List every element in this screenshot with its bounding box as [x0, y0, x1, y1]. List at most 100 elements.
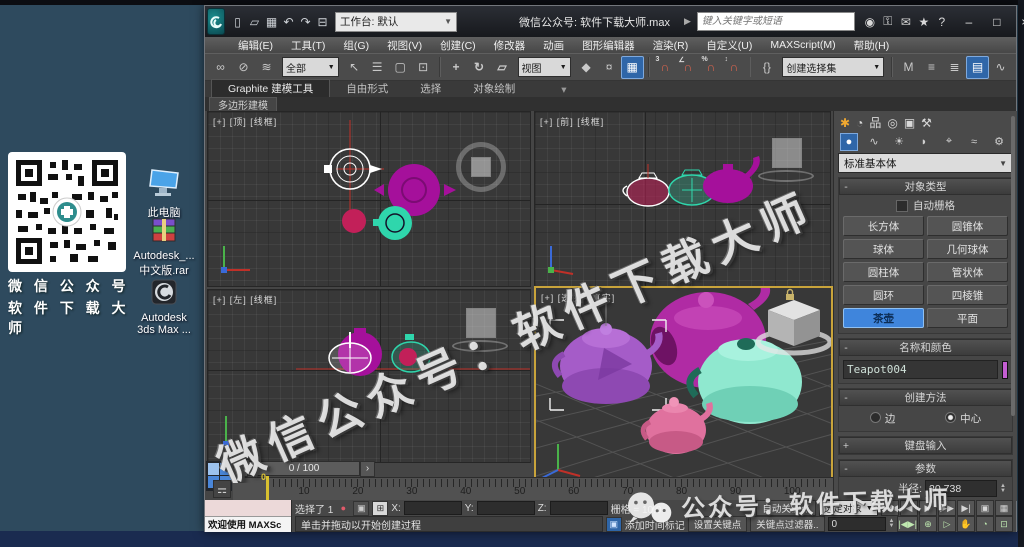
- minimize-button[interactable]: –: [955, 12, 983, 32]
- modify-tab-icon[interactable]: ◔: [856, 116, 863, 130]
- rollout-header[interactable]: + 键盘输入: [839, 437, 1012, 454]
- ribbon-toggle-icon[interactable]: ▤: [966, 55, 990, 79]
- field-of-view-icon[interactable]: ▷: [938, 516, 956, 532]
- desktop-icon-rar[interactable]: Autodesk_... 中文版.rar: [132, 216, 196, 278]
- angle-snap-icon[interactable]: ∠ ∩: [677, 56, 700, 79]
- window-crossing-icon[interactable]: ⊡: [412, 56, 435, 79]
- align-icon[interactable]: ≡: [920, 56, 943, 79]
- go-to-end-icon[interactable]: ▶|: [957, 500, 975, 516]
- time-next-arrow[interactable]: ›: [360, 460, 375, 477]
- viewport-label[interactable]: [+] [左] [线框]: [213, 293, 277, 306]
- menu-item[interactable]: 渲染(R): [644, 38, 698, 53]
- reference-coordinate-dropdown[interactable]: 视图 ▼: [517, 57, 571, 77]
- maximize-button[interactable]: □: [983, 12, 1011, 32]
- viewcube[interactable]: [452, 308, 508, 352]
- space-warps-category-icon[interactable]: ≈: [965, 133, 983, 151]
- primitive-button[interactable]: 四棱锥: [927, 285, 1008, 305]
- primitive-button[interactable]: 球体: [843, 239, 924, 259]
- menu-item[interactable]: 帮助(H): [845, 38, 899, 53]
- menu-item[interactable]: 工具(T): [282, 38, 334, 53]
- menu-item[interactable]: 自定义(U): [697, 38, 761, 53]
- systems-category-icon[interactable]: ⚙: [990, 133, 1008, 151]
- polygon-modeling-tab[interactable]: 多边形建模: [209, 97, 277, 112]
- primitive-button[interactable]: 平面: [927, 308, 1008, 328]
- select-and-rotate-icon[interactable]: ↻: [468, 56, 491, 79]
- primitive-button[interactable]: 圆锥体: [927, 216, 1008, 236]
- rectangular-selection-icon[interactable]: ▢: [389, 56, 412, 79]
- license-key-icon[interactable]: ⚿: [879, 13, 897, 31]
- select-and-move-icon[interactable]: +: [445, 56, 468, 79]
- primitive-button[interactable]: 圆柱体: [843, 262, 924, 282]
- add-time-tag[interactable]: 添加时间标记: [625, 517, 685, 532]
- named-selection-set-dropdown[interactable]: 创建选择集 ▼: [782, 57, 885, 77]
- ribbon-tab[interactable]: Graphite 建模工具: [211, 79, 331, 97]
- primitive-button[interactable]: 长方体: [843, 216, 924, 236]
- x-coordinate-field[interactable]: [403, 501, 462, 515]
- play-icon[interactable]: ▶: [919, 500, 937, 516]
- select-by-name-icon[interactable]: ☰: [366, 56, 389, 79]
- menu-item[interactable]: 修改器: [485, 38, 535, 53]
- communication-center-icon[interactable]: ✉: [897, 13, 915, 31]
- menu-item[interactable]: 创建(C): [431, 38, 485, 53]
- 3dsmax-logo-icon[interactable]: [207, 8, 225, 35]
- radius-field[interactable]: [925, 480, 998, 497]
- viewport-label[interactable]: [+] [顶] [线框]: [213, 115, 277, 128]
- orbit-icon[interactable]: ◔: [976, 516, 994, 532]
- object-color-swatch[interactable]: [1002, 360, 1008, 379]
- redo-icon[interactable]: ↷: [297, 13, 314, 30]
- teapot-violet-persp[interactable]: [549, 298, 667, 411]
- viewport-top[interactable]: [+] [顶] [线框]: [207, 111, 531, 287]
- trackbar-filter-icon[interactable]: ⚎: [213, 480, 231, 498]
- center-radio[interactable]: 中心: [945, 411, 981, 426]
- open-file-icon[interactable]: ▱: [246, 13, 263, 30]
- key-filters-button[interactable]: 关键点过滤器..: [750, 516, 825, 532]
- ribbon-tab[interactable]: 对象绘制: [457, 80, 531, 97]
- select-and-link-icon[interactable]: ∞: [209, 56, 232, 79]
- zoom-all-views-icon[interactable]: ⊕: [919, 516, 937, 532]
- key-mode-dropdown[interactable]: 选定对象 ▼: [818, 500, 878, 516]
- spinner-snap-icon[interactable]: ↕ ∩: [723, 56, 746, 79]
- snap-toggle-icon[interactable]: 3 ∩: [654, 56, 677, 79]
- autogrid-checkbox[interactable]: [896, 199, 908, 212]
- next-frame-icon[interactable]: ▶▶: [938, 500, 956, 516]
- edge-radio[interactable]: 边: [869, 411, 895, 426]
- use-pivot-center-icon[interactable]: ◆: [575, 56, 598, 79]
- curve-editor-icon[interactable]: ∿: [989, 56, 1012, 79]
- layer-manager-icon[interactable]: ≣: [943, 56, 966, 79]
- ribbon-tab[interactable]: 自由形式: [330, 80, 404, 97]
- absolute-mode-icon[interactable]: ⊞: [372, 500, 389, 516]
- ribbon-tab[interactable]: 选择: [404, 80, 457, 97]
- helpers-category-icon[interactable]: ⌖: [940, 133, 958, 151]
- primitive-category-dropdown[interactable]: 标准基本体 ▼: [838, 153, 1013, 173]
- chevron-right-icon[interactable]: ▶: [684, 16, 691, 27]
- help-icon[interactable]: ?: [933, 13, 951, 31]
- search-input[interactable]: [696, 12, 855, 31]
- geometry-category-icon[interactable]: ●: [840, 132, 858, 151]
- y-coordinate-field[interactable]: [476, 501, 535, 515]
- maximize-viewport-icon[interactable]: ⊡: [995, 516, 1013, 532]
- teapot-magenta-top[interactable]: [374, 164, 456, 216]
- auto-key-button[interactable]: 自动关键点: [756, 500, 816, 516]
- primitive-button[interactable]: 茶壶: [843, 308, 924, 328]
- project-folder-icon[interactable]: ⊟: [314, 13, 331, 30]
- key-mode-toggle-icon[interactable]: |◀▶|: [897, 516, 918, 532]
- search-help-icon[interactable]: ◉: [861, 13, 879, 31]
- selection-lock-pin-icon[interactable]: ●: [336, 502, 350, 515]
- rollout-header[interactable]: - 名称和颜色: [839, 339, 1012, 356]
- menu-item[interactable]: 组(G): [334, 38, 378, 53]
- set-key-button[interactable]: 设置关键点: [687, 516, 748, 532]
- viewcube[interactable]: [758, 138, 814, 182]
- menu-item[interactable]: 动画: [534, 38, 573, 53]
- save-file-icon[interactable]: ▦: [263, 13, 280, 30]
- new-file-icon[interactable]: ▯: [229, 13, 246, 30]
- select-and-scale-icon[interactable]: ▱: [491, 56, 514, 79]
- zoom-extents-all-icon[interactable]: ▦: [995, 500, 1013, 516]
- primitive-button[interactable]: 圆环: [843, 285, 924, 305]
- close-button[interactable]: ×: [1011, 12, 1024, 32]
- lock-selection-icon[interactable]: ▣: [353, 500, 370, 516]
- rollout-header[interactable]: - 参数: [839, 460, 1012, 477]
- undo-icon[interactable]: ↶: [280, 13, 297, 30]
- isolate-selection-icon[interactable]: ▣: [605, 516, 622, 532]
- teapot-teal-top[interactable]: [373, 206, 412, 240]
- bind-to-space-warp-icon[interactable]: ≋: [255, 56, 278, 79]
